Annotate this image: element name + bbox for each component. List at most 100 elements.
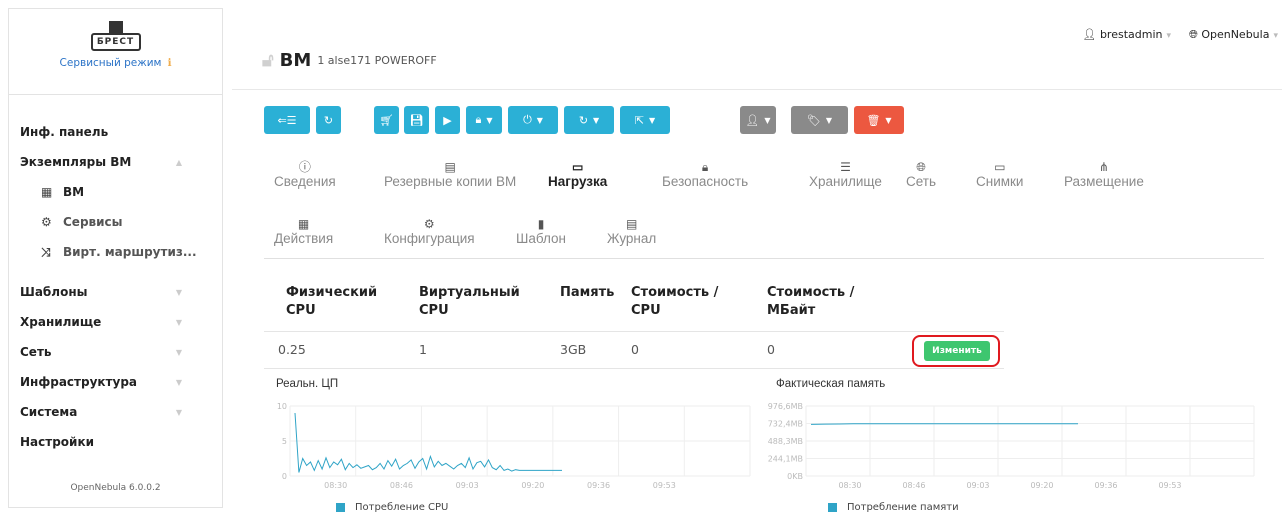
tab-conf[interactable]: ⚙ Конфигурация bbox=[384, 217, 475, 246]
sidebar-item-label: Инф. панель bbox=[20, 125, 109, 139]
tab-snapshots[interactable]: ▭ Снимки bbox=[976, 160, 1023, 189]
brand-area: БРЕСТ Сервисный режим ℹ bbox=[9, 9, 222, 95]
save-button[interactable]: 💾︎ bbox=[404, 106, 429, 134]
lock-icon[interactable]: 🔓︎ bbox=[262, 50, 274, 71]
sidebar-item-network[interactable]: Сеть ▼ bbox=[9, 337, 222, 367]
x-tick-label: 09:36 bbox=[587, 481, 610, 490]
tab-template[interactable]: ▮ Шаблон bbox=[516, 217, 566, 246]
refresh-icon: ↻ bbox=[323, 113, 334, 127]
sidebar-item-vrouters[interactable]: ⤨ Вирт. маршрутиз... bbox=[9, 237, 222, 267]
cell-cost-mb: 0 bbox=[767, 342, 775, 357]
legend-swatch bbox=[828, 503, 837, 512]
chevron-down-icon: ▼ bbox=[175, 287, 182, 297]
col-header-cost-mb: Стоимость / МБайт bbox=[767, 284, 854, 320]
calendar-icon: ▦ bbox=[297, 217, 310, 231]
sidebar-item-label: Настройки bbox=[20, 435, 95, 449]
sidebar-item-templates[interactable]: Шаблоны ▼ bbox=[9, 277, 222, 307]
user-icon: 👤︎ bbox=[745, 113, 760, 127]
tab-label: Шаблон bbox=[516, 231, 566, 246]
legend-swatch bbox=[336, 503, 345, 512]
logo-text: БРЕСТ bbox=[90, 33, 141, 51]
tab-label: Действия bbox=[274, 231, 334, 246]
storage-icon: ☰ bbox=[840, 160, 851, 174]
memory-graph-title: Фактическая память bbox=[776, 378, 886, 390]
header-line: Память bbox=[560, 285, 615, 300]
legend-label: Потребление CPU bbox=[355, 502, 449, 513]
laptop-icon: ▭ bbox=[994, 160, 1006, 174]
play-icon: ▶ bbox=[443, 113, 452, 127]
laptop-icon: ▭ bbox=[571, 160, 584, 174]
reboot-menu-button[interactable]: ↻ ▼ bbox=[564, 106, 614, 134]
user-icon: 👤︎ bbox=[1082, 28, 1097, 41]
sidebar-item-services[interactable]: ⚙ Сервисы bbox=[9, 207, 222, 237]
chevron-up-icon: ▲ bbox=[175, 157, 182, 167]
sidebar-item-label: Сервисы bbox=[63, 215, 123, 229]
user-name: brestadmin bbox=[1099, 28, 1163, 41]
memory-legend: Потребление памяти bbox=[828, 502, 959, 513]
refresh-button[interactable]: ↻ bbox=[316, 106, 341, 134]
y-tick-label: 10 bbox=[277, 402, 287, 411]
sidebar-item-vms[interactable]: ▦ ВМ bbox=[9, 177, 222, 207]
tab-capacity[interactable]: ▭ Нагрузка bbox=[548, 160, 607, 189]
y-tick-label: 244,1MB bbox=[768, 455, 803, 464]
back-button[interactable]: ⇐☰ bbox=[264, 106, 310, 134]
tab-security[interactable]: 🔒︎ Безопасность bbox=[662, 160, 748, 189]
cart-icon: 🛒︎ bbox=[379, 113, 394, 127]
sidebar-item-settings[interactable]: Настройки bbox=[9, 427, 222, 457]
sidebar-item-system[interactable]: Система ▼ bbox=[9, 397, 222, 427]
sidebar-item-storage[interactable]: Хранилище ▼ bbox=[9, 307, 222, 337]
lock-menu-button[interactable]: 🔒︎ ▼ bbox=[466, 106, 502, 134]
sidebar-item-label: Вирт. маршрутиз... bbox=[63, 245, 197, 259]
sidebar-item-instances[interactable]: Экземпляры ВМ ▲ bbox=[9, 147, 222, 177]
sidebar-item-label: Инфраструктура bbox=[20, 375, 138, 389]
resize-edit-button[interactable]: Изменить bbox=[924, 341, 990, 361]
trash-icon: 🗑︎ bbox=[866, 113, 881, 127]
y-tick-label: 5 bbox=[282, 437, 287, 446]
play-button[interactable]: ▶ bbox=[435, 106, 460, 134]
chevron-down-icon: ▼ bbox=[175, 347, 182, 357]
chevron-down-icon: ▼ bbox=[175, 377, 182, 387]
col-header-vcpu: Виртуальный CPU bbox=[419, 284, 520, 320]
cart-button[interactable]: 🛒︎ bbox=[374, 106, 399, 134]
service-mode-link[interactable]: Сервисный режим ℹ bbox=[9, 57, 222, 69]
caret-down-icon: ▼ bbox=[536, 115, 543, 125]
version-label: OpenNebula 6.0.0.2 bbox=[70, 483, 161, 493]
col-header-pcpu: Физический CPU bbox=[286, 284, 377, 320]
tab-storage[interactable]: ☰ Хранилище bbox=[809, 160, 882, 189]
cell-cost-cpu: 0 bbox=[631, 342, 639, 357]
sidebar-item-infrastructure[interactable]: Инфраструктура ▼ bbox=[9, 367, 222, 397]
tab-label: Резервные копии ВМ bbox=[384, 174, 517, 189]
x-tick-label: 09:53 bbox=[653, 481, 676, 490]
services-icon: ⚙ bbox=[41, 215, 52, 229]
tab-backups[interactable]: ▤ Резервные копии ВМ bbox=[384, 160, 516, 189]
tags-icon: 🏷︎ bbox=[806, 113, 821, 127]
info-icon[interactable]: ℹ bbox=[167, 57, 171, 69]
tab-log[interactable]: ▤ Журнал bbox=[607, 217, 656, 246]
sidebar-item-label: Шаблоны bbox=[20, 285, 88, 299]
x-tick-label: 09:20 bbox=[521, 481, 544, 490]
tab-placement[interactable]: ⋔ Размещение bbox=[1064, 160, 1144, 189]
chevron-down-icon: ▼ bbox=[175, 407, 182, 417]
tab-network[interactable]: 🌐︎ Сеть bbox=[906, 160, 936, 189]
x-tick-label: 09:53 bbox=[1158, 481, 1181, 490]
tab-label: Безопасность bbox=[662, 174, 749, 189]
brest-logo[interactable]: БРЕСТ bbox=[88, 21, 144, 53]
labels-menu-button[interactable]: 🏷︎ ▼ bbox=[791, 106, 848, 134]
col-header-cost-cpu: Стоимость / CPU bbox=[631, 284, 718, 320]
tab-actions[interactable]: ▦ Действия bbox=[274, 217, 333, 246]
x-tick-label: 09:03 bbox=[456, 481, 479, 490]
owner-menu-button[interactable]: 👤︎ ▼ bbox=[740, 106, 776, 134]
zone-name: OpenNebula bbox=[1201, 28, 1270, 41]
migrate-menu-button[interactable]: ⇱ ▼ bbox=[620, 106, 670, 134]
sidebar-item-label: Хранилище bbox=[20, 315, 102, 329]
delete-menu-button[interactable]: 🗑︎ ▼ bbox=[854, 106, 904, 134]
sidebar-item-dashboard[interactable]: Инф. панель bbox=[9, 117, 222, 147]
y-tick-label: 0 bbox=[282, 472, 287, 481]
y-tick-label: 488,3MB bbox=[768, 437, 803, 446]
user-menu[interactable]: 👤︎ brestadmin ▾ bbox=[1082, 28, 1171, 42]
zone-menu[interactable]: 🌐︎ OpenNebula ▾ bbox=[1189, 28, 1278, 42]
cell-pcpu: 0.25 bbox=[278, 342, 306, 357]
tab-info[interactable]: ⓘ Сведения bbox=[274, 160, 336, 189]
power-menu-button[interactable]: ⏻ ▼ bbox=[508, 106, 558, 134]
col-header-memory: Память bbox=[560, 284, 614, 302]
